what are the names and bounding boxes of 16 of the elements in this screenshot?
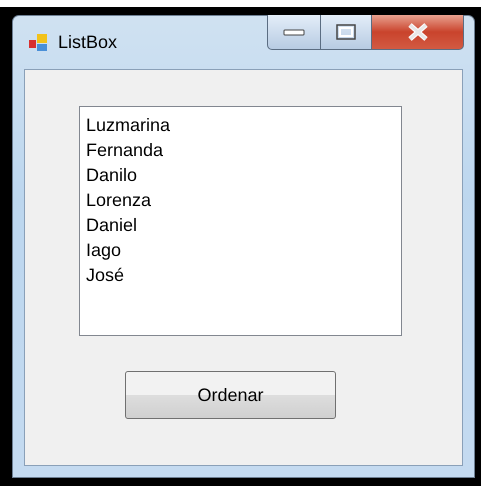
list-item[interactable]: Daniel: [86, 213, 395, 238]
list-item[interactable]: Luzmarina: [86, 113, 395, 138]
window-title: ListBox: [58, 32, 118, 53]
list-item[interactable]: Iago: [86, 238, 395, 263]
app-icon: [28, 33, 50, 53]
list-item[interactable]: José: [86, 263, 395, 288]
list-item[interactable]: Fernanda: [86, 138, 395, 163]
ordenar-button[interactable]: Ordenar: [125, 371, 336, 419]
list-item[interactable]: Lorenza: [86, 188, 395, 213]
list-item[interactable]: Danilo: [86, 163, 395, 188]
list-box[interactable]: Luzmarina Fernanda Danilo Lorenza Daniel Iago José: [79, 106, 402, 336]
minimize-icon: [283, 27, 305, 37]
minimize-button[interactable]: [267, 15, 321, 50]
maximize-button[interactable]: [321, 15, 372, 50]
maximize-icon: [335, 23, 357, 41]
close-button[interactable]: [372, 15, 464, 50]
